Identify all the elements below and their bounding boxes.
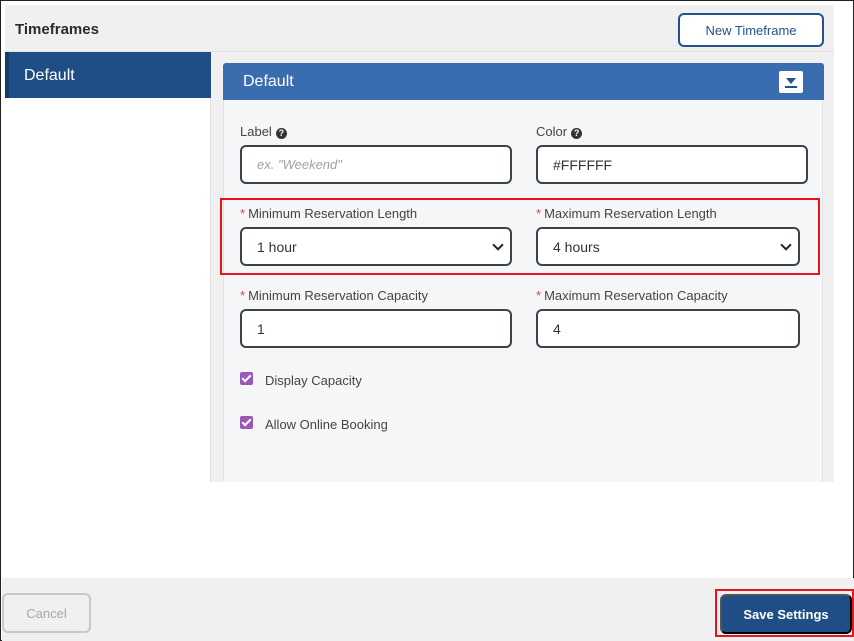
display-capacity-checkbox[interactable] — [240, 372, 253, 385]
help-icon[interactable]: ? — [571, 128, 583, 139]
required-marker: * — [536, 206, 542, 221]
collapse-toggle-button[interactable] — [779, 71, 803, 93]
max-length-value: 4 hours — [553, 238, 600, 255]
max-capacity-input[interactable]: 4 — [536, 309, 800, 348]
display-capacity-label: Display Capacity — [265, 373, 362, 388]
panel-title: Default — [243, 73, 294, 90]
top-bar: Timeframes New Timeframe — [5, 5, 834, 52]
min-length-label: * Minimum Reservation Length — [240, 206, 417, 221]
min-capacity-label: * Minimum Reservation Capacity — [240, 288, 428, 303]
min-capacity-label-text: Minimum Reservation Capacity — [248, 288, 428, 303]
timeframe-panel: Default Label? ex. "Weekend" Color? #FFF… — [223, 63, 824, 482]
min-length-label-text: Minimum Reservation Length — [248, 206, 418, 221]
chevron-down-icon — [492, 239, 504, 251]
page-title: Timeframes — [15, 21, 99, 38]
min-capacity-input[interactable]: 1 — [240, 309, 512, 348]
color-input[interactable]: #FFFFFF — [536, 145, 808, 184]
allow-online-booking-label: Allow Online Booking — [265, 417, 388, 432]
help-icon[interactable]: ? — [275, 128, 287, 139]
save-settings-button[interactable]: Save Settings — [720, 594, 852, 634]
content-area: Default Label? ex. "Weekend" Color? #FFF… — [211, 52, 834, 482]
required-marker: * — [240, 206, 246, 221]
label-input[interactable]: ex. "Weekend" — [240, 145, 512, 184]
min-length-select[interactable]: 1 hour — [240, 227, 512, 266]
window-frame: Timeframes New Timeframe Default Default… — [0, 0, 854, 641]
cancel-button[interactable]: Cancel — [2, 593, 91, 633]
allow-online-booking-checkbox[interactable] — [240, 416, 253, 429]
chevron-down-icon — [780, 239, 792, 251]
max-capacity-label-text: Maximum Reservation Capacity — [544, 288, 728, 303]
label-field-label: Label? — [240, 124, 287, 139]
max-length-label: * Maximum Reservation Length — [536, 206, 717, 221]
color-field-label: Color? — [536, 124, 583, 139]
label-field-label-text: Label — [240, 124, 272, 139]
min-length-value: 1 hour — [257, 238, 297, 255]
max-capacity-label: * Maximum Reservation Capacity — [536, 288, 728, 303]
chevron-down-icon — [786, 78, 796, 84]
max-length-label-text: Maximum Reservation Length — [544, 206, 717, 221]
color-field-label-text: Color — [536, 124, 568, 139]
collapse-bar-icon — [785, 86, 797, 88]
new-timeframe-button[interactable]: New Timeframe — [678, 13, 824, 47]
footer-bar: Cancel Save Settings — [2, 578, 854, 641]
required-marker: * — [536, 288, 542, 303]
max-length-select[interactable]: 4 hours — [536, 227, 800, 266]
required-marker: * — [240, 288, 246, 303]
timeframe-sidebar: Default — [5, 52, 211, 482]
panel-header: Default — [223, 63, 824, 100]
sidebar-item-default[interactable]: Default — [5, 52, 211, 98]
